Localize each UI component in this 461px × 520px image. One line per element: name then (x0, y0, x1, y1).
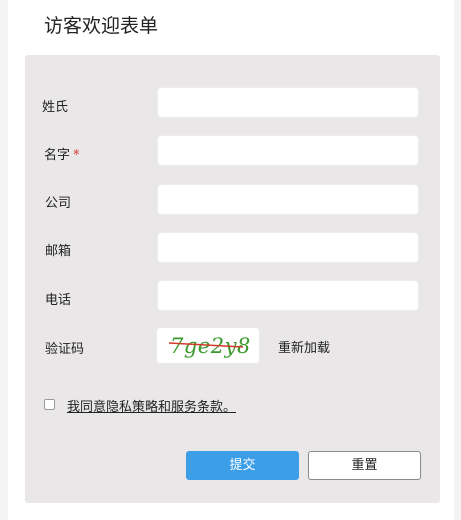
agree-checkbox[interactable] (44, 399, 55, 410)
captcha-label: 验证码 (45, 342, 85, 357)
form-title: 访客欢迎表单 (44, 15, 159, 37)
company-input[interactable] (157, 184, 419, 215)
form-panel: 姓氏 名字 * 公司 邮箱 电话 验证码 7ge2y8 重新加载 我同意隐私策略和… (25, 55, 440, 503)
last-name-input[interactable] (157, 87, 419, 118)
email-input[interactable] (157, 232, 419, 263)
captcha-graphic: 7ge2y8 (168, 334, 250, 358)
phone-input[interactable] (157, 280, 419, 311)
captcha-image: 7ge2y8 (157, 328, 259, 363)
captcha-reload-link[interactable]: 重新加载 (278, 337, 330, 356)
first-name-input[interactable] (157, 135, 419, 166)
first-name-label: 名字 * (44, 144, 80, 163)
required-asterisk: * (73, 148, 80, 163)
phone-label: 电话 (45, 293, 72, 308)
reset-button[interactable]: 重置 (308, 451, 421, 480)
first-name-label-text: 名字 (44, 148, 71, 163)
submit-button[interactable]: 提交 (186, 451, 299, 480)
company-label: 公司 (45, 196, 72, 211)
email-label: 邮箱 (45, 244, 72, 259)
last-name-label: 姓氏 (42, 100, 69, 115)
agree-terms-link[interactable]: 我同意隐私策略和服务条款。 (67, 396, 236, 415)
form-card: 访客欢迎表单 姓氏 名字 * 公司 邮箱 电话 验证码 7ge2y8 重新加载 我… (8, 0, 454, 520)
